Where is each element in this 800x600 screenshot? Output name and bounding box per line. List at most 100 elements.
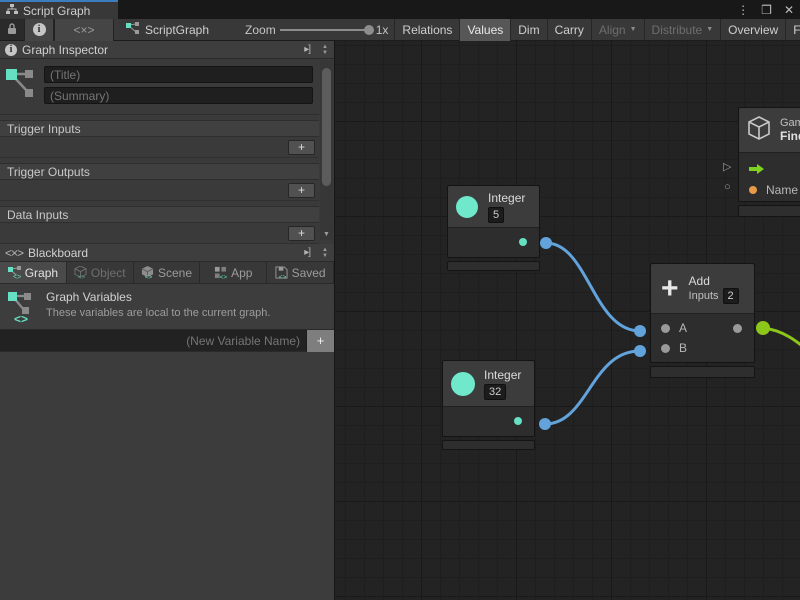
wire-endpoint[interactable] <box>756 321 770 335</box>
node-integer-5[interactable]: Integer 5 <box>447 185 540 271</box>
blackboard-title: Blackboard <box>28 246 88 260</box>
trigger-port-marker-icon[interactable]: ▷ <box>723 160 731 173</box>
values-button[interactable]: Values <box>459 19 510 41</box>
node-title: Add <box>689 274 710 288</box>
title-bar: Script Graph ⋮ ❒ ✕ <box>0 0 800 19</box>
dock-icon[interactable]: ▸] <box>301 247 313 258</box>
lock-icon[interactable] <box>0 22 24 38</box>
input-port-b[interactable] <box>661 344 670 353</box>
cube-icon <box>747 115 771 146</box>
section-trigger-inputs: Trigger Inputs <box>0 120 319 137</box>
output-port[interactable] <box>514 417 522 425</box>
trigger-arrow-icon[interactable] <box>749 163 765 175</box>
graph-variables-icon: <> <box>8 290 36 323</box>
window-menu-icon[interactable]: ⋮ <box>737 3 749 17</box>
inputs-label: Inputs <box>689 290 719 302</box>
carry-button[interactable]: Carry <box>547 19 591 41</box>
zoom-label: Zoom <box>245 23 276 37</box>
trigger-outputs-row: + <box>0 180 319 201</box>
overview-button[interactable]: Overview <box>720 19 785 41</box>
graph-variables-title: Graph Variables <box>46 290 270 304</box>
wire-endpoint[interactable] <box>539 418 551 430</box>
value-port-marker-icon[interactable]: ○ <box>724 181 731 193</box>
add-trigger-input-button[interactable]: + <box>288 140 315 155</box>
wire-endpoint[interactable] <box>540 237 552 249</box>
window-controls: ⋮ ❒ ✕ <box>737 0 794 19</box>
integer-value-field[interactable]: 5 <box>488 207 504 223</box>
graph-title-input[interactable] <box>44 66 313 83</box>
svg-text:<>: <> <box>220 274 227 279</box>
tab-title: Script Graph <box>23 4 90 18</box>
name-port-label: Name <box>766 183 798 197</box>
node-add[interactable]: + Add Inputs 2 A B <box>650 263 755 378</box>
panel-scroll-arrows[interactable]: ▲ ▼ <box>318 44 332 56</box>
tab-scene[interactable]: <> Scene <box>134 262 201 283</box>
add-data-input-button[interactable]: + <box>288 226 315 241</box>
inspector-toggle-button[interactable]: i <box>24 19 54 41</box>
add-trigger-output-button[interactable]: + <box>288 183 315 198</box>
fullscreen-button[interactable]: Full Screen <box>785 19 800 41</box>
node-body <box>448 228 539 257</box>
graph-inspector-header: i Graph Inspector ▸] ▲ ▼ <box>0 41 334 59</box>
zoom-slider[interactable] <box>280 29 372 31</box>
graph-icon <box>6 66 36 107</box>
graph-summary-input[interactable] <box>44 87 313 104</box>
add-icon: + <box>661 274 679 304</box>
scroll-down-icon[interactable]: ▼ <box>323 231 330 240</box>
trigger-input-row <box>739 158 800 180</box>
output-port[interactable] <box>519 238 527 246</box>
input-row-a: A <box>651 318 754 338</box>
input-port-a[interactable] <box>661 324 670 333</box>
data-inputs-row: + <box>0 223 319 244</box>
align-button[interactable]: Align▼ <box>591 19 644 41</box>
toolbar-left-group: i <×> <box>0 19 114 40</box>
variables-empty-area <box>0 352 334 600</box>
integer-value-field[interactable]: 32 <box>484 384 506 400</box>
info-icon: i <box>5 44 17 56</box>
wire-integer32-to-add-b[interactable] <box>545 351 640 424</box>
svg-text:<>: <> <box>14 312 28 324</box>
input-label-a: A <box>679 321 687 335</box>
tab-script-graph[interactable]: Script Graph <box>0 0 118 19</box>
tab-object[interactable]: <> Object <box>67 262 134 283</box>
inputs-count-field[interactable]: 2 <box>723 288 739 304</box>
tab-graph[interactable]: <> Graph <box>0 262 67 283</box>
inspector-scrollbar[interactable]: ▼ <box>320 60 333 240</box>
maximize-icon[interactable]: ❒ <box>761 3 772 17</box>
svg-text:<>: <> <box>78 274 86 279</box>
svg-text:<>: <> <box>13 274 21 279</box>
graph-inspector-title: Graph Inspector <box>22 43 108 57</box>
blackboard-header: <×> Blackboard ▸] ▲ ▼ <box>0 244 334 262</box>
wire-integer5-to-add-a[interactable] <box>546 243 640 331</box>
output-port[interactable] <box>733 324 742 333</box>
input-label-b: B <box>679 341 687 355</box>
graph-canvas[interactable]: Integer 5 Integer 32 <box>335 41 800 600</box>
wire-endpoint[interactable] <box>634 345 646 357</box>
close-icon[interactable]: ✕ <box>784 3 794 17</box>
tab-app[interactable]: <> App <box>200 262 267 283</box>
node-body <box>443 407 534 436</box>
new-variable-input[interactable] <box>0 330 306 351</box>
node-title: Find <box>780 129 800 143</box>
graph-title-block <box>0 59 319 115</box>
distribute-button[interactable]: Distribute▼ <box>644 19 721 41</box>
graph-variables-subtitle: These variables are local to the current… <box>46 307 270 319</box>
name-input-port[interactable] <box>749 186 757 194</box>
node-title: Integer <box>488 191 525 205</box>
zoom-slider-handle[interactable] <box>364 25 374 35</box>
variables-toggle-button[interactable]: <×> <box>54 19 114 41</box>
wire-endpoint[interactable] <box>634 325 646 337</box>
node-gameobject-find[interactable]: GameObject Find Name <box>738 107 800 217</box>
blackboard-tabs: <> Graph <> Object <> Scene <> App <> Sa… <box>0 262 334 284</box>
node-footer <box>447 261 540 271</box>
node-integer-32[interactable]: Integer 32 <box>442 360 535 450</box>
add-variable-button[interactable]: + <box>306 330 334 352</box>
dim-button[interactable]: Dim <box>510 19 546 41</box>
panel-scroll-arrows[interactable]: ▲ ▼ <box>318 247 332 259</box>
node-footer <box>738 205 800 217</box>
relations-button[interactable]: Relations <box>394 19 459 41</box>
dock-icon[interactable]: ▸] <box>301 44 313 55</box>
tab-saved[interactable]: <> Saved <box>267 262 334 283</box>
scrollbar-thumb[interactable] <box>322 68 331 186</box>
name-input-row: Name <box>739 180 800 200</box>
